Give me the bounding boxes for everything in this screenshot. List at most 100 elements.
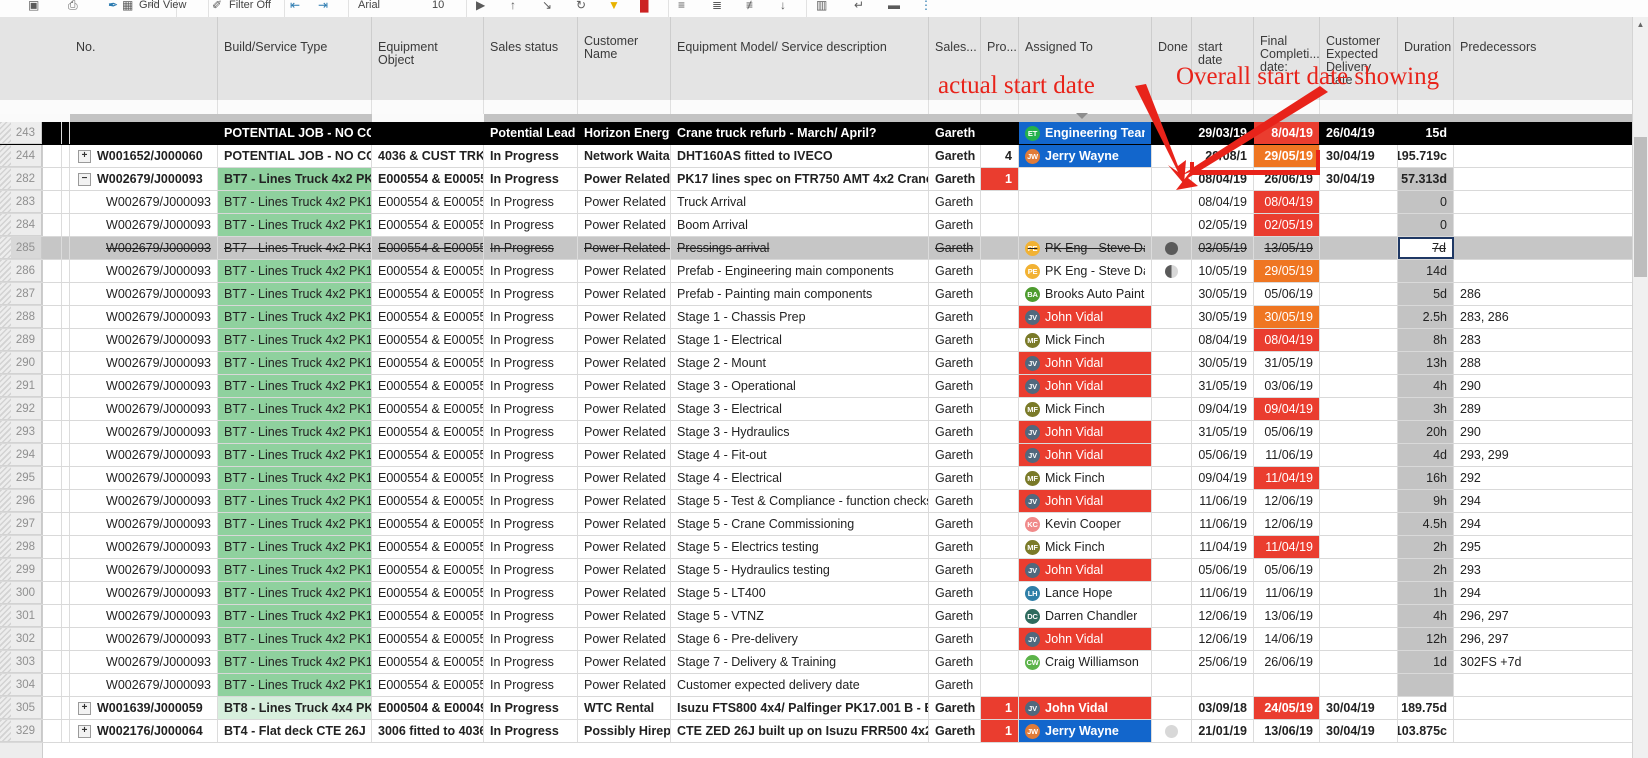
table-row[interactable]: 284 W002679/J000093 BT7 - Lines Truck 4x2 … bbox=[0, 214, 1633, 237]
row-expander-toggle[interactable]: + bbox=[78, 724, 91, 738]
cell-assigned[interactable]: KC Kevin Cooper bbox=[1019, 513, 1152, 535]
cell-duration[interactable]: 195.719c bbox=[1398, 145, 1454, 167]
cell-final[interactable]: 11/04/19 bbox=[1254, 536, 1320, 558]
cell-equip[interactable]: 4036 & CUST TRK bbox=[372, 145, 484, 167]
cell-final[interactable]: 29/05/19 bbox=[1254, 260, 1320, 282]
cell-assigned[interactable]: CW Craig Williamson bbox=[1019, 651, 1152, 673]
cell-no[interactable] bbox=[70, 122, 218, 144]
cell-equip[interactable]: E000554 & E000552 bbox=[372, 651, 484, 673]
cell-build[interactable]: BT4 - Flat deck CTE 26J bbox=[218, 720, 372, 742]
cell-final[interactable]: 13/06/19 bbox=[1254, 720, 1320, 742]
cell-done[interactable] bbox=[1152, 260, 1192, 282]
cell-build[interactable]: BT7 - Lines Truck 4x2 PK17 bbox=[218, 260, 372, 282]
cell-sales[interactable]: In Progress bbox=[484, 559, 578, 581]
cell-duration[interactable]: 7d bbox=[1398, 237, 1454, 259]
cell-no[interactable]: + W002176/J000064 bbox=[70, 720, 218, 742]
cell-startdate[interactable]: 08/04/19 bbox=[1192, 191, 1254, 213]
table-row[interactable]: 297 W002679/J000093 BT7 - Lines Truck 4x2 … bbox=[0, 513, 1633, 536]
cell-no[interactable]: W002679/J000093 bbox=[70, 237, 218, 259]
cell-customer[interactable]: Power Related S bbox=[578, 582, 671, 604]
cell-duration[interactable]: 14d bbox=[1398, 260, 1454, 282]
cell-cust_exp[interactable] bbox=[1320, 214, 1398, 236]
cell-salesp[interactable]: Gareth bbox=[929, 674, 981, 696]
row-number[interactable]: 284 bbox=[0, 214, 42, 236]
cell-model[interactable]: Stage 4 - Fit-out bbox=[671, 444, 929, 466]
cell-done[interactable] bbox=[1152, 628, 1192, 650]
cell-pred[interactable]: 294 bbox=[1454, 582, 1633, 604]
cell-model[interactable]: Customer expected delivery date bbox=[671, 674, 929, 696]
cell-duration[interactable]: 4h bbox=[1398, 605, 1454, 627]
cell-no[interactable]: W002679/J000093 bbox=[70, 674, 218, 696]
cell-pro[interactable] bbox=[981, 122, 1019, 144]
cell-final[interactable]: 24/05/19 bbox=[1254, 697, 1320, 719]
cell-model[interactable]: CTE ZED 26J built up on Isuzu FRR500 4x2… bbox=[671, 720, 929, 742]
filter-cell-salesp[interactable] bbox=[929, 100, 981, 114]
cell-build[interactable]: BT7 - Lines Truck 4x2 PK17 bbox=[218, 490, 372, 512]
cell-cust_exp[interactable] bbox=[1320, 467, 1398, 489]
cell-customer[interactable]: Power Related S bbox=[578, 283, 671, 305]
cell-final[interactable]: 08/04/19 bbox=[1254, 191, 1320, 213]
cell-cust_exp[interactable] bbox=[1320, 605, 1398, 627]
cell-done[interactable] bbox=[1152, 145, 1192, 167]
cell-build[interactable]: BT7 - Lines Truck 4x2 PK17 bbox=[218, 421, 372, 443]
cell-build[interactable]: POTENTIAL JOB - NO CON bbox=[218, 145, 372, 167]
cell-startdate[interactable]: 30/05/19 bbox=[1192, 352, 1254, 374]
cell-pred[interactable] bbox=[1454, 674, 1633, 696]
cell-final[interactable]: 12/06/19 bbox=[1254, 490, 1320, 512]
filter-cell-sales[interactable] bbox=[484, 100, 578, 114]
cell-model[interactable]: Stage 5 - Hydraulics testing bbox=[671, 559, 929, 581]
cell-sales[interactable]: In Progress bbox=[484, 145, 578, 167]
cell-startdate[interactable]: 11/06/19 bbox=[1192, 582, 1254, 604]
font-color-button[interactable]: █ bbox=[640, 0, 653, 16]
cell-equip[interactable]: E000554 & E000552 bbox=[372, 467, 484, 489]
cell-duration[interactable]: 2h bbox=[1398, 536, 1454, 558]
done-progress-icon[interactable] bbox=[1165, 264, 1178, 278]
filter-cell-pro[interactable] bbox=[981, 100, 1019, 114]
cell-pred[interactable]: 293 bbox=[1454, 559, 1633, 581]
cell-model[interactable]: Stage 1 - Electrical bbox=[671, 329, 929, 351]
cell-assigned[interactable] bbox=[1019, 674, 1152, 696]
cell-build[interactable]: POTENTIAL JOB - NO CON| bbox=[218, 122, 372, 144]
cell-pro[interactable] bbox=[981, 352, 1019, 374]
toolbar-print-button[interactable]: ⎙ bbox=[68, 0, 81, 16]
cell-build[interactable]: BT7 - Lines Truck 4x2 PK17 bbox=[218, 375, 372, 397]
cell-salesp[interactable]: Gareth bbox=[929, 191, 981, 213]
cell-startdate[interactable]: 09/04/19 bbox=[1192, 398, 1254, 420]
cell-done[interactable] bbox=[1152, 191, 1192, 213]
cell-startdate[interactable]: 31/05/19 bbox=[1192, 421, 1254, 443]
cell-duration[interactable]: 1d bbox=[1398, 651, 1454, 673]
cell-pred[interactable] bbox=[1454, 168, 1633, 190]
row-number[interactable]: 294 bbox=[0, 444, 42, 466]
cell-pred[interactable] bbox=[1454, 260, 1633, 282]
cell-done[interactable] bbox=[1152, 536, 1192, 558]
cell-equip[interactable]: E000554 & E000552 bbox=[372, 168, 484, 190]
cell-pred[interactable] bbox=[1454, 697, 1633, 719]
table-row[interactable]: 329 + W002176/J000064 BT4 - Flat deck CTE 2… bbox=[0, 720, 1633, 743]
underline-button[interactable]: ↘ bbox=[542, 0, 555, 16]
cell-model[interactable]: Stage 3 - Operational bbox=[671, 375, 929, 397]
cell-equip[interactable]: E000554 & E000552 bbox=[372, 237, 484, 259]
cell-pro[interactable] bbox=[981, 490, 1019, 512]
cell-sales[interactable]: In Progress bbox=[484, 260, 578, 282]
cell-customer[interactable]: Network Waital bbox=[578, 145, 671, 167]
cell-duration[interactable]: 4d bbox=[1398, 444, 1454, 466]
cell-done[interactable] bbox=[1152, 582, 1192, 604]
cell-final[interactable]: 09/04/19 bbox=[1254, 398, 1320, 420]
cell-cust_exp[interactable] bbox=[1320, 306, 1398, 328]
cell-sales[interactable]: In Progress bbox=[484, 651, 578, 673]
cell-startdate[interactable]: 30/05/19 bbox=[1192, 283, 1254, 305]
cell-cust_exp[interactable] bbox=[1320, 536, 1398, 558]
row-number[interactable]: 293 bbox=[0, 421, 42, 443]
cell-salesp[interactable]: Gareth bbox=[929, 421, 981, 443]
cell-salesp[interactable]: Gareth bbox=[929, 375, 981, 397]
cell-done[interactable] bbox=[1152, 559, 1192, 581]
table-row[interactable]: 286 W002679/J000093 BT7 - Lines Truck 4x2 … bbox=[0, 260, 1633, 283]
cell-equip[interactable]: E000554 & E000552 bbox=[372, 260, 484, 282]
cell-model[interactable]: Stage 4 - Electrical bbox=[671, 467, 929, 489]
cell-pro[interactable] bbox=[981, 260, 1019, 282]
cell-done[interactable] bbox=[1152, 421, 1192, 443]
cell-pro[interactable]: 1 bbox=[981, 697, 1019, 719]
cell-model[interactable]: DHT160AS fitted to IVECO bbox=[671, 145, 929, 167]
filter-cell-customer[interactable] bbox=[578, 100, 671, 114]
cell-pro[interactable] bbox=[981, 283, 1019, 305]
